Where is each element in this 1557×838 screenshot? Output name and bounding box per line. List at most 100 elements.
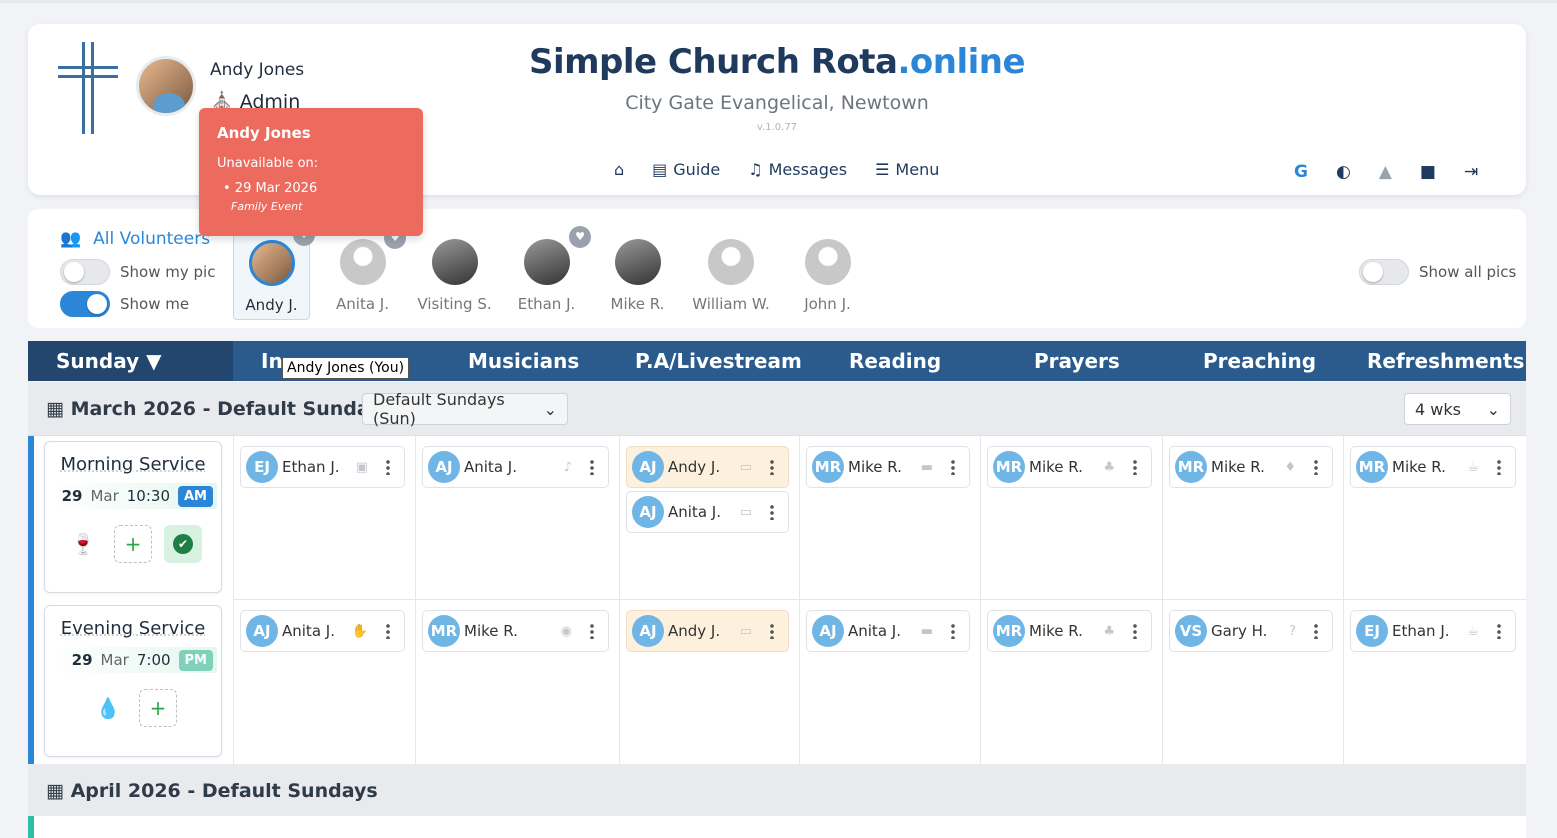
more-options-icon[interactable] <box>770 504 774 520</box>
volunteer-card[interactable]: Mike R. <box>599 229 676 320</box>
assignee-name: Ethan J. <box>282 458 340 476</box>
assignee-name: Anita J. <box>464 458 517 476</box>
assignment-chip[interactable]: VS Gary H.? <box>1169 610 1333 652</box>
hamburger-icon: ☰ <box>875 160 890 179</box>
initials-avatar: EJ <box>246 451 278 483</box>
assignment-chip[interactable]: AJ Andy J. ▭ <box>626 446 789 488</box>
weeks-select[interactable]: 4 wks ⌄ <box>1404 393 1511 425</box>
initials-avatar: MR <box>1175 451 1207 483</box>
assignment-chip[interactable]: MR Mike R. ▬ <box>806 446 970 488</box>
assignee-name: Mike R. <box>1029 622 1083 640</box>
service-card-morning[interactable]: Morning Service 29 Mar 10:30 AM 🍷 + ✔ <box>44 441 222 593</box>
volunteer-card[interactable]: Visiting S. <box>416 229 493 320</box>
water-drop-icon[interactable]: 💧 <box>89 689 127 727</box>
april-grid-partial <box>28 816 1526 838</box>
assignee-name: Anita J. <box>668 503 721 521</box>
role-tabs: Sunday ▼ In... Musicians P.A/Livestream … <box>28 341 1526 381</box>
more-options-icon[interactable] <box>386 459 390 475</box>
initials-avatar: AJ <box>428 451 460 483</box>
messages-button[interactable]: ♫ Messages <box>748 160 847 179</box>
tab-musicians[interactable]: Musicians <box>468 341 579 381</box>
google-icon[interactable]: G <box>1294 162 1308 182</box>
more-options-icon[interactable] <box>1314 459 1318 475</box>
wine-glass-icon[interactable]: 🍷 <box>64 525 102 563</box>
more-options-icon[interactable] <box>590 459 594 475</box>
tv-icon: ▭ <box>739 504 752 520</box>
show-all-pics-toggle[interactable]: Show all pics <box>1359 259 1516 285</box>
more-options-icon[interactable] <box>386 623 390 639</box>
add-button[interactable]: + <box>114 525 152 563</box>
more-options-icon[interactable] <box>1497 459 1501 475</box>
graduation-cap-icon[interactable]: ▲ <box>1379 162 1392 182</box>
guide-button[interactable]: ▤ Guide <box>652 160 720 179</box>
tab-pa-livestream[interactable]: P.A/Livestream <box>635 341 802 381</box>
home-button[interactable]: ⌂ <box>614 160 624 179</box>
confirm-button[interactable]: ✔ <box>164 525 202 563</box>
month-title: ▦ April 2026 - Default Sundays <box>46 780 378 802</box>
header-tools: G ◐ ▲ ■ ⇥ <box>1294 162 1478 182</box>
more-options-icon[interactable] <box>770 459 774 475</box>
initials-avatar: AJ <box>246 615 278 647</box>
assignment-chip[interactable]: MR Mike R. ♣ <box>987 446 1152 488</box>
more-options-icon[interactable] <box>951 623 955 639</box>
all-volunteers-link[interactable]: 👥 All Volunteers <box>60 229 210 249</box>
service-card-evening[interactable]: Evening Service 29 Mar 7:00 PM 💧 + <box>44 605 222 757</box>
calendar-icon: ▦ <box>46 780 71 802</box>
more-options-icon[interactable] <box>1314 623 1318 639</box>
hand-icon: ✋ <box>351 623 368 639</box>
more-options-icon[interactable] <box>951 459 955 475</box>
assignment-chip[interactable]: EJ Ethan J. ☕ <box>1350 610 1516 652</box>
coffee-icon: ☕ <box>1467 623 1479 639</box>
more-options-icon[interactable] <box>590 623 594 639</box>
day-selector[interactable]: Sunday ▼ <box>28 341 233 381</box>
volunteer-card[interactable]: John J. <box>789 229 866 320</box>
assignee-name: Andy J. <box>668 622 721 640</box>
show-me-switch[interactable] <box>60 291 110 317</box>
assignment-chip[interactable]: AJ Andy J. ▭ <box>626 610 789 652</box>
show-my-pic-toggle[interactable]: Show my pic <box>60 259 215 285</box>
guitar-icon: ♪ <box>563 459 572 475</box>
projector-icon: ▭ <box>739 623 752 639</box>
volunteer-card[interactable]: William W. <box>688 229 774 320</box>
main-nav: ⌂ ▤ Guide ♫ Messages ☰ Menu <box>614 160 939 179</box>
assignment-chip[interactable]: AJ Anita J. ▬ <box>806 610 970 652</box>
assignment-chip[interactable]: EJ Ethan J. ▣ <box>240 446 405 488</box>
show-me-toggle[interactable]: Show me <box>60 291 189 317</box>
assignment-chip[interactable]: MR Mike R. ☕ <box>1350 446 1516 488</box>
assignment-chip[interactable]: AJ Anita J. ✋ <box>240 610 405 652</box>
assignment-chip[interactable]: MR Mike R. ◉ <box>422 610 609 652</box>
assignee-name: Anita J. <box>282 622 335 640</box>
assignment-chip[interactable]: AJ Anita J. ♪ <box>422 446 609 488</box>
month-title: ▦ March 2026 - Default Sundays <box>46 398 393 420</box>
tab-preaching[interactable]: Preaching <box>1203 341 1316 381</box>
initials-avatar: MR <box>812 451 844 483</box>
initials-avatar: EJ <box>1356 615 1388 647</box>
tab-prayers[interactable]: Prayers <box>1034 341 1120 381</box>
add-button[interactable]: + <box>139 689 177 727</box>
more-options-icon[interactable] <box>1133 623 1137 639</box>
more-options-icon[interactable] <box>1133 459 1137 475</box>
menu-button[interactable]: ☰ Menu <box>875 160 939 179</box>
assignment-chip[interactable]: MR Mike R. ♦ <box>1169 446 1333 488</box>
tab-reading[interactable]: Reading <box>849 341 941 381</box>
contrast-icon[interactable]: ◐ <box>1336 162 1351 182</box>
bell-icon: ♫ <box>748 160 763 179</box>
check-icon: ✔ <box>173 534 193 554</box>
heart-icon: ♥ <box>569 226 591 248</box>
note-icon[interactable]: ■ <box>1420 162 1436 182</box>
tab-refreshments[interactable]: Refreshments <box>1367 341 1524 381</box>
initials-avatar: VS <box>1175 615 1207 647</box>
assignment-chip[interactable]: AJ Anita J. ▭ <box>626 491 789 533</box>
assignment-chip[interactable]: MR Mike R. ♣ <box>987 610 1152 652</box>
initials-avatar: MR <box>993 451 1025 483</box>
show-my-pic-switch[interactable] <box>60 259 110 285</box>
tv-icon: ▭ <box>739 459 752 475</box>
more-options-icon[interactable] <box>770 623 774 639</box>
rota-select[interactable]: Default Sundays (Sun) ⌄ <box>362 390 568 428</box>
month-band <box>28 436 34 764</box>
assignee-name: Andy J. <box>668 458 721 476</box>
logout-icon[interactable]: ⇥ <box>1464 162 1478 182</box>
show-all-pics-switch[interactable] <box>1359 259 1409 285</box>
more-options-icon[interactable] <box>1497 623 1501 639</box>
initials-avatar: MR <box>993 615 1025 647</box>
